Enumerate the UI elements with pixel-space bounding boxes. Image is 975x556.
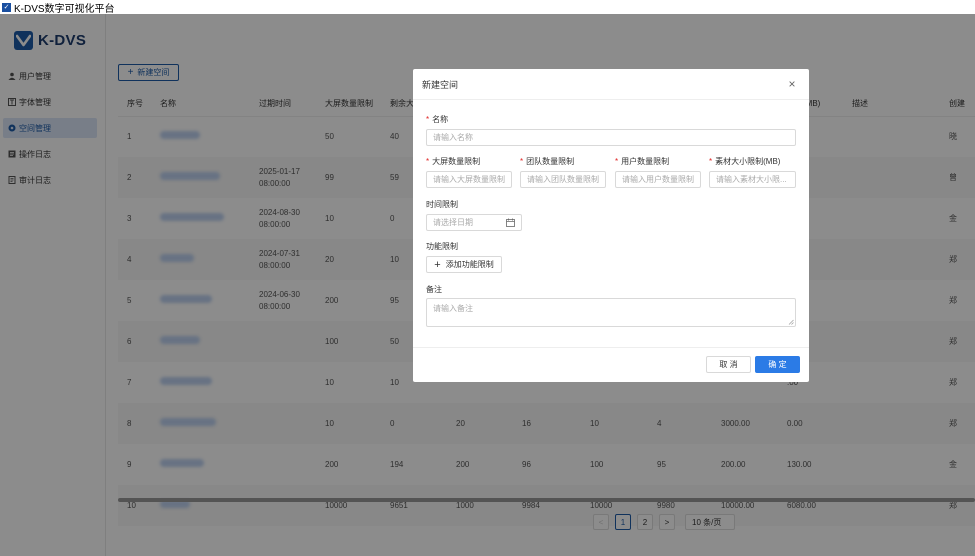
team-limit-input[interactable]: 请输入团队数量限制 (520, 171, 606, 188)
screen-limit-label-text: 大屏数量限制 (432, 157, 481, 166)
calendar-icon (506, 218, 515, 227)
dialog-title: 新建空间 (422, 79, 459, 90)
team-limit-label: * 团队数量限制 (520, 156, 574, 167)
user-limit-label-text: 用户数量限制 (621, 157, 670, 166)
team-limit-placeholder: 请输入团队数量限制 (527, 175, 599, 184)
user-limit-placeholder: 请输入用户数量限制 (622, 175, 694, 184)
asset-limit-label-text: 素材大小限制(MB) (715, 157, 781, 166)
screen-limit-placeholder: 请输入大屏数量限制 (433, 175, 505, 184)
plus-icon: + (434, 258, 441, 271)
user-limit-input[interactable]: 请输入用户数量限制 (615, 171, 701, 188)
new-space-dialog: 新建空间 × * 名称 请输入名称 * 大屏数量限制 请输入大屏数量限制 * 团队数量… (413, 69, 809, 382)
required-mark: * (709, 157, 713, 166)
add-function-limit-label: 添加功能限制 (445, 260, 494, 269)
confirm-button[interactable]: 确 定 (755, 356, 800, 373)
close-icon[interactable]: × (786, 78, 798, 90)
screen-limit-input[interactable]: 请输入大屏数量限制 (426, 171, 512, 188)
name-label: * 名称 (426, 114, 448, 125)
team-limit-label-text: 团队数量限制 (526, 157, 575, 166)
remark-textarea[interactable]: 请输入备注 (426, 298, 796, 327)
user-limit-label: * 用户数量限制 (615, 156, 669, 167)
name-label-text: 名称 (432, 115, 449, 124)
resize-handle-icon[interactable] (788, 319, 794, 325)
required-mark: * (426, 115, 430, 124)
asset-limit-placeholder: 请输入素材大小限... (716, 175, 787, 184)
required-mark: * (615, 157, 619, 166)
screen-limit-label: * 大屏数量限制 (426, 156, 480, 167)
window-titlebar: ✓ K-DVS数字可视化平台 (0, 0, 975, 15)
date-placeholder: 请选择日期 (433, 218, 473, 227)
add-function-limit-button[interactable]: + 添加功能限制 (426, 256, 502, 273)
app-check-icon: ✓ (2, 2, 11, 12)
remark-placeholder: 请输入备注 (433, 304, 473, 313)
cancel-button[interactable]: 取 消 (706, 356, 751, 373)
required-mark: * (426, 157, 430, 166)
window-title: K-DVS数字可视化平台 (14, 3, 115, 15)
asset-limit-label: * 素材大小限制(MB) (709, 156, 780, 167)
asset-limit-input[interactable]: 请输入素材大小限... (709, 171, 796, 188)
time-limit-label: 时间限制 (426, 200, 458, 209)
dialog-footer: 取 消 确 定 (413, 347, 809, 382)
dialog-header: 新建空间 × (413, 69, 809, 100)
name-placeholder: 请输入名称 (433, 133, 473, 142)
name-input[interactable]: 请输入名称 (426, 129, 796, 146)
remark-label: 备注 (426, 285, 442, 294)
function-limit-label: 功能限制 (426, 242, 458, 251)
required-mark: * (520, 157, 524, 166)
date-picker-input[interactable]: 请选择日期 (426, 214, 522, 231)
